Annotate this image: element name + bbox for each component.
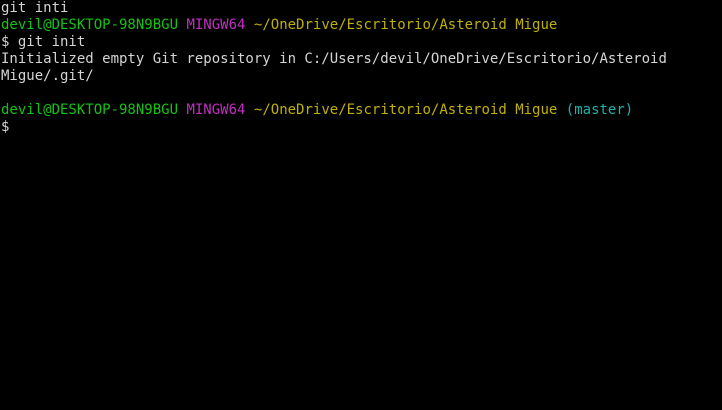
prompt-environment: MINGW64 bbox=[186, 17, 246, 33]
previous-command-text: git inti bbox=[1, 0, 69, 16]
prompt-environment: MINGW64 bbox=[186, 102, 246, 118]
terminal-window[interactable]: git inti devil@DESKTOP-98N9BGU MINGW64 ~… bbox=[0, 0, 722, 410]
terminal-line-previous-command: git inti bbox=[0, 0, 722, 17]
prompt-symbol: $ bbox=[1, 119, 10, 135]
terminal-output-line: Migue/.git/ bbox=[0, 68, 722, 85]
output-text-continued: Migue/.git/ bbox=[1, 68, 94, 84]
terminal-output-line: Initialized empty Git repository in C:/U… bbox=[0, 51, 722, 68]
prompt-path: ~/OneDrive/Escritorio/Asteroid Migue bbox=[253, 102, 558, 118]
terminal-prompt-line-current: devil@DESKTOP-98N9BGU MINGW64 ~/OneDrive… bbox=[0, 102, 722, 119]
prompt-git-branch: (master) bbox=[565, 102, 634, 118]
terminal-cursor[interactable] bbox=[9, 119, 17, 134]
command-text: $ git init bbox=[1, 34, 86, 50]
prompt-user-host: devil@DESKTOP-98N9BGU bbox=[1, 102, 179, 118]
terminal-prompt-line: devil@DESKTOP-98N9BGU MINGW64 ~/OneDrive… bbox=[0, 17, 722, 34]
terminal-command-line: $ git init bbox=[0, 34, 722, 51]
prompt-user-host: devil@DESKTOP-98N9BGU bbox=[1, 17, 179, 33]
terminal-input-line[interactable]: $ bbox=[0, 119, 722, 136]
output-text: Initialized empty Git repository in C:/U… bbox=[1, 51, 667, 67]
prompt-path: ~/OneDrive/Escritorio/Asteroid Migue bbox=[253, 17, 558, 33]
